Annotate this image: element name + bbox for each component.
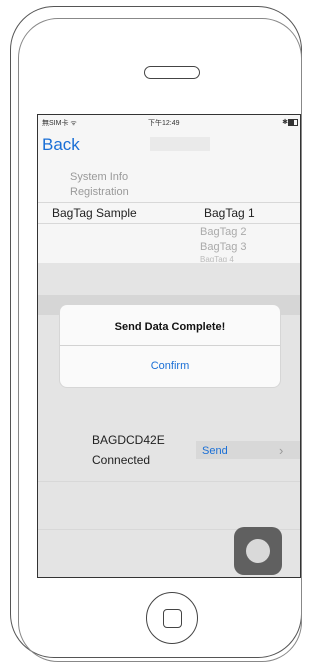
home-square-icon xyxy=(163,609,182,628)
menu-item-system-info[interactable]: System Info xyxy=(70,171,128,183)
carrier-label: 無SIM卡 ᯤ xyxy=(42,120,77,127)
back-button[interactable]: Back xyxy=(42,135,80,155)
alert-dialog: Send Data Complete! Confirm xyxy=(60,305,280,387)
phone-screen: 無SIM卡 ᯤ 下午12:49 ✱ Back System Info Regis… xyxy=(37,114,301,578)
picker-option[interactable]: BagTag 3 xyxy=(200,241,246,253)
title-area xyxy=(150,137,210,151)
battery-icon xyxy=(288,119,298,126)
device-row[interactable]: BAGDCD42E Connected Send › xyxy=(38,433,300,479)
bagtag-selected-value[interactable]: BagTag 1 xyxy=(204,206,255,220)
picker-option[interactable]: BagTag 2 xyxy=(200,226,246,238)
home-button[interactable] xyxy=(146,592,198,644)
picker-option[interactable]: BagTag 4 xyxy=(200,255,234,262)
status-bar: 無SIM卡 ᯤ 下午12:49 ✱ xyxy=(38,115,300,129)
device-status: Connected xyxy=(92,453,151,467)
send-button[interactable]: Send xyxy=(202,445,228,457)
menu-item-registration[interactable]: Registration xyxy=(70,186,129,198)
status-time: 下午12:49 xyxy=(148,120,180,127)
bagtag-row[interactable]: BagTag Sample BagTag 1 xyxy=(38,202,300,224)
speaker-grille xyxy=(144,66,200,79)
assistive-touch-button[interactable] xyxy=(234,527,282,575)
bagtag-label: BagTag Sample xyxy=(52,206,137,220)
chevron-right-icon: › xyxy=(279,443,284,458)
device-name: BAGDCD42E xyxy=(92,433,165,447)
confirm-button[interactable]: Confirm xyxy=(60,346,280,386)
row-divider xyxy=(38,481,300,482)
alert-title: Send Data Complete! xyxy=(114,321,226,333)
